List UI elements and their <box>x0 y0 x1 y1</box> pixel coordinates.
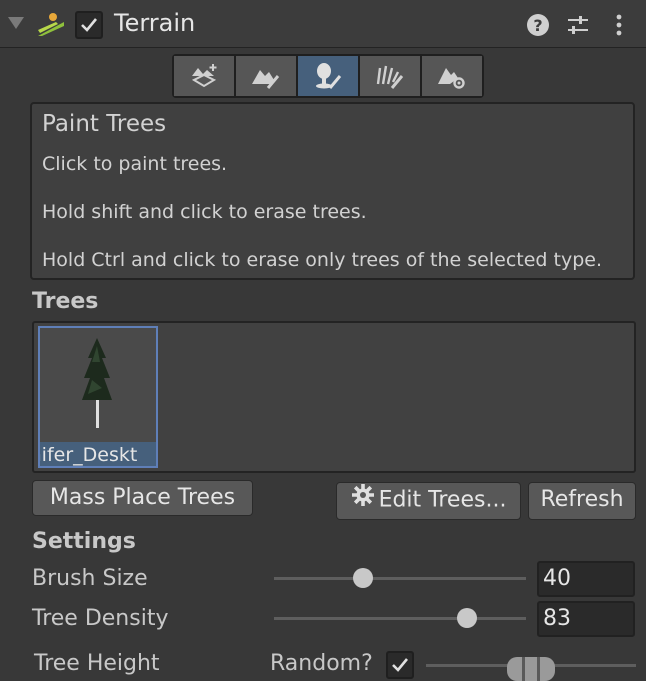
tab-create-neighbor-terrains[interactable] <box>174 56 234 96</box>
checkmark-icon <box>392 658 409 672</box>
terrain-settings-icon <box>438 68 465 89</box>
settings-section-label: Settings <box>32 529 136 554</box>
help-title: Paint Trees <box>42 111 167 137</box>
edit-trees-label: Edit Trees... <box>378 487 507 513</box>
component-title: Terrain <box>114 9 196 37</box>
conifer-tree-icon <box>82 338 112 428</box>
tree-density-label: Tree Density <box>32 606 169 631</box>
gear-icon <box>351 483 375 518</box>
brush-size-slider-thumb[interactable] <box>352 568 373 588</box>
tree-density-slider-track[interactable] <box>274 617 526 620</box>
more-vertical-icon[interactable] <box>606 12 632 38</box>
paint-terrain-icon <box>252 70 280 89</box>
tab-paint-terrain[interactable] <box>236 56 296 96</box>
brush-size-slider-track[interactable] <box>274 577 526 580</box>
tab-paint-details[interactable] <box>360 56 420 96</box>
paint-details-icon <box>376 65 404 89</box>
tab-paint-trees[interactable] <box>298 56 358 96</box>
help-line-erase-selected: Hold Ctrl and click to erase only trees … <box>42 249 602 271</box>
svg-text:?: ? <box>533 16 542 35</box>
brush-size-label: Brush Size <box>32 566 148 591</box>
help-icon[interactable]: ? <box>525 12 551 38</box>
terrain-icon <box>36 12 66 38</box>
tree-height-label: Tree Height <box>34 651 160 676</box>
foldout-arrow-icon[interactable] <box>8 17 24 29</box>
mass-place-trees-button[interactable]: Mass Place Trees <box>32 480 253 516</box>
tree-thumbnail <box>40 328 156 442</box>
settings-sliders-icon[interactable] <box>565 12 591 38</box>
tree-density-field[interactable]: 83 <box>537 601 635 637</box>
help-line-erase: Hold shift and click to erase trees. <box>42 201 367 223</box>
tree-prototype-label: onifer_Deskt <box>40 442 156 466</box>
help-line-paint: Click to paint trees. <box>42 153 228 175</box>
tab-terrain-settings[interactable] <box>422 56 482 96</box>
paint-trees-icon <box>316 63 342 89</box>
tree-density-slider-thumb[interactable] <box>457 608 478 628</box>
tree-prototype-item[interactable]: onifer_Deskt <box>38 326 158 468</box>
tree-height-range-handle[interactable] <box>507 657 555 681</box>
edit-trees-button[interactable]: Edit Trees... <box>336 482 521 520</box>
refresh-button[interactable]: Refresh <box>528 482 636 520</box>
checkmark-icon <box>81 18 98 32</box>
trees-section-label: Trees <box>32 289 99 314</box>
random-height-checkbox[interactable] <box>386 651 414 679</box>
brush-size-field[interactable]: 40 <box>537 561 635 597</box>
create-neighbor-terrains-icon <box>191 64 217 88</box>
random-height-label: Random? <box>270 651 373 676</box>
enabled-checkbox[interactable] <box>75 11 103 39</box>
